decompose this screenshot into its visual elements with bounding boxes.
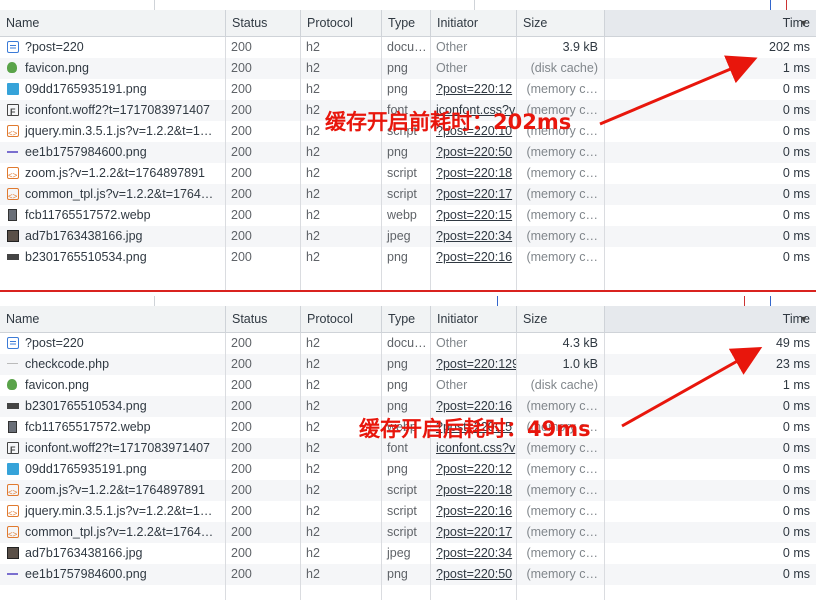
arrow-before xyxy=(599,55,758,126)
annotation-arrows xyxy=(599,55,763,428)
arrow-after xyxy=(621,347,763,428)
